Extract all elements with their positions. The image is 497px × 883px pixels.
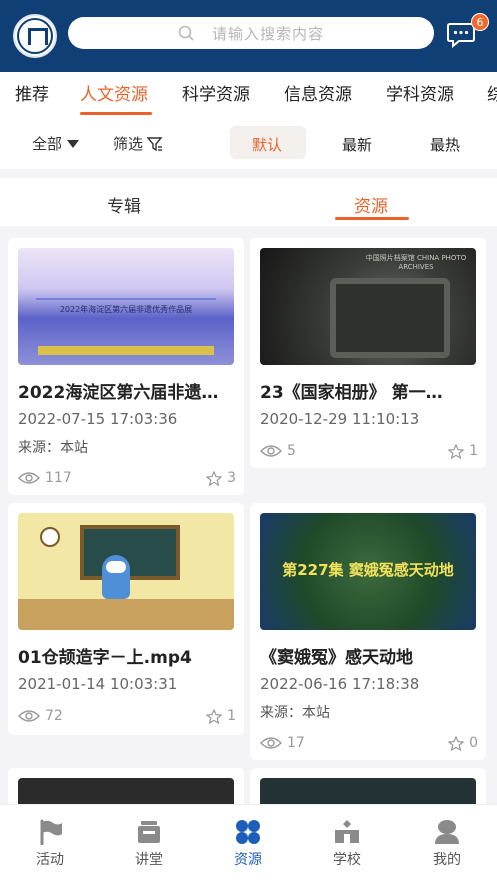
star-icon (448, 443, 465, 459)
eye-icon (18, 710, 40, 722)
user-icon (435, 820, 459, 844)
filter-icon (147, 136, 163, 151)
category-bar: 推荐 人文资源 科学资源 信息资源 学科资源 综 (0, 72, 497, 117)
card-date: 2022-06-16 17:18:38 (260, 675, 420, 693)
card-date: 2022-07-15 17:03:36 (18, 410, 178, 428)
favorite-count[interactable]: 1 (448, 443, 478, 459)
card-title: 23《国家相册》 第一… (260, 383, 443, 403)
video-thumbnail: 2022年海淀区第六届非遗优秀作品展 (18, 248, 234, 365)
category-tab-more[interactable]: 综 (487, 80, 497, 105)
search-input[interactable]: 请输入搜索内容 (68, 17, 434, 49)
card-source: 来源：本站 (18, 440, 88, 456)
video-thumbnail: 中国照片档案馆 CHINA PHOTO ARCHIVES (260, 248, 476, 365)
card-date: 2021-01-14 10:03:31 (18, 675, 178, 693)
filter-button[interactable]: 筛选 (113, 133, 163, 154)
sort-newest[interactable]: 最新 (342, 134, 372, 155)
search-icon (178, 25, 194, 41)
podium-icon (138, 821, 160, 843)
filter-label: 筛选 (113, 135, 144, 153)
tabbar-school[interactable]: 学校 (317, 819, 377, 869)
top-header: 请输入搜索内容 6 (0, 0, 497, 72)
tabbar-activity[interactable]: 活动 (20, 819, 80, 869)
card-date: 2020-12-29 11:10:13 (260, 410, 420, 428)
star-icon (206, 470, 223, 486)
tab-resource[interactable]: 资源 (354, 192, 388, 217)
all-label: 全部 (32, 135, 63, 153)
filter-bar: 全部 筛选 默认 最新 最热 (0, 117, 497, 169)
grid-icon (236, 820, 260, 844)
eye-icon (260, 445, 282, 457)
favorite-count[interactable]: 0 (448, 735, 478, 751)
school-logo (13, 14, 57, 58)
card-source: 来源：本站 (260, 705, 330, 721)
bottom-tab-bar: 活动 讲堂 资源 学校 我的 (0, 804, 497, 883)
star-icon (448, 735, 465, 751)
message-icon[interactable] (447, 22, 475, 48)
category-tab-humanities[interactable]: 人文资源 (80, 80, 148, 105)
card-title: 2022海淀区第六届非遗… (18, 383, 219, 403)
eye-icon (260, 737, 282, 749)
category-tab-recommend[interactable]: 推荐 (15, 80, 49, 105)
video-thumbnail (18, 513, 234, 630)
eye-icon (18, 472, 40, 484)
flag-icon (40, 819, 62, 845)
star-icon (206, 708, 223, 724)
resource-card[interactable]: 中国照片档案馆 CHINA PHOTO ARCHIVES 23《国家相册》 第一… (250, 238, 486, 468)
card-title: 《窦娥冤》感天动地 (260, 648, 413, 668)
favorite-count[interactable]: 3 (206, 470, 236, 486)
view-count: 17 (260, 735, 305, 751)
tabbar-lecture[interactable]: 讲堂 (119, 819, 179, 869)
tab-album[interactable]: 专辑 (107, 192, 141, 217)
category-tab-information[interactable]: 信息资源 (284, 80, 352, 105)
tabbar-mine[interactable]: 我的 (417, 819, 477, 869)
resource-card[interactable]: 2022年海淀区第六届非遗优秀作品展 2022海淀区第六届非遗… 2022-07… (8, 238, 244, 495)
resource-card[interactable]: 第227集 窦娥冤感天动地 《窦娥冤》感天动地 2022-06-16 17:18… (250, 503, 486, 760)
sort-hottest[interactable]: 最热 (430, 134, 460, 155)
category-tab-subject[interactable]: 学科资源 (386, 80, 454, 105)
view-count: 72 (18, 708, 63, 724)
card-title: 01仓颉造字－上.mp4 (18, 648, 192, 668)
category-active-indicator (80, 112, 152, 115)
thumbnail-caption: 第227集 窦娥冤感天动地 (282, 561, 454, 579)
resource-card[interactable]: 01仓颉造字－上.mp4 2021-01-14 10:03:31 72 1 (8, 503, 244, 735)
tab-active-indicator (335, 217, 409, 220)
view-count: 117 (18, 470, 72, 486)
all-dropdown[interactable]: 全部 (32, 133, 80, 154)
school-icon (335, 820, 359, 843)
view-count: 5 (260, 443, 296, 459)
thumbnail-caption: 中国照片档案馆 CHINA PHOTO ARCHIVES (365, 254, 467, 271)
search-placeholder: 请输入搜索内容 (212, 24, 325, 43)
caret-down-icon (67, 139, 80, 148)
video-thumbnail: 第227集 窦娥冤感天动地 (260, 513, 476, 630)
message-badge: 6 (471, 13, 489, 31)
content-tabs: 专辑 资源 (0, 178, 497, 226)
tabbar-resource[interactable]: 资源 (218, 819, 278, 869)
favorite-count[interactable]: 1 (206, 708, 236, 724)
thumbnail-caption: 2022年海淀区第六届非遗优秀作品展 (59, 305, 193, 314)
category-tab-science[interactable]: 科学资源 (182, 80, 250, 105)
sort-default[interactable]: 默认 (252, 134, 282, 155)
